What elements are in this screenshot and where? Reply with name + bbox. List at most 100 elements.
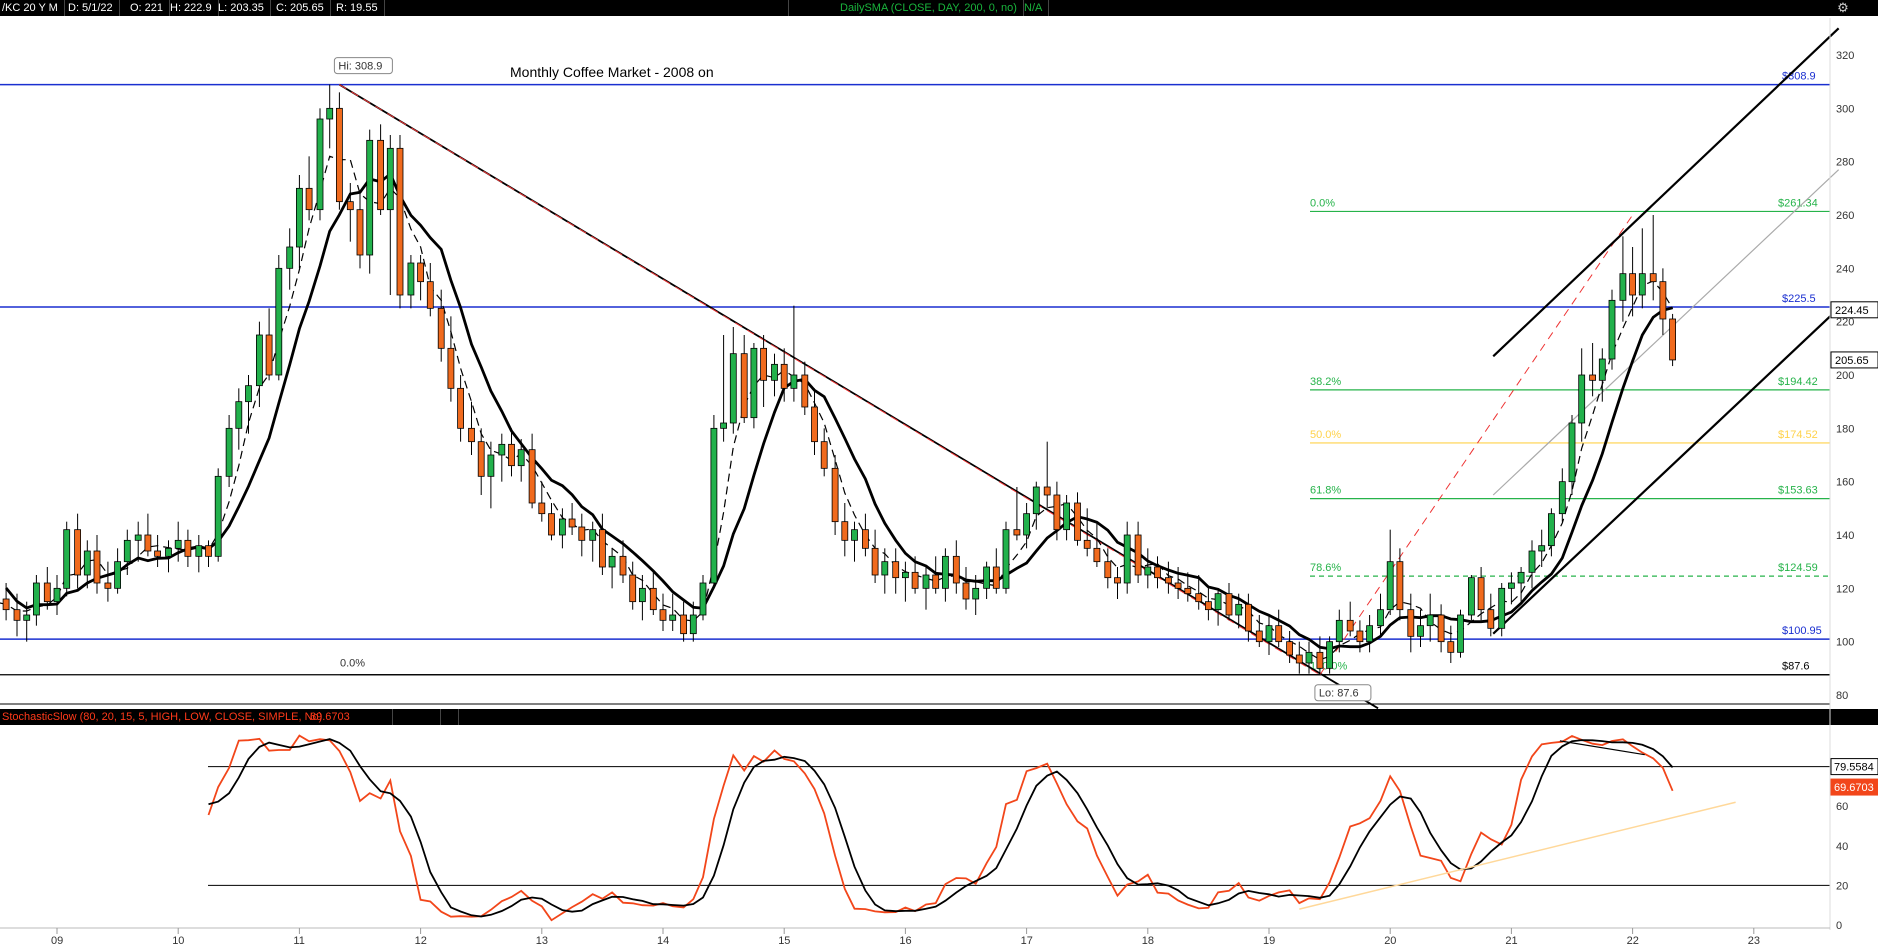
y-tick-label: 80 <box>1836 690 1848 702</box>
trend-lines <box>338 27 1840 710</box>
price-labels: Hi: 308.9 Lo: 87.6 205.65 224.45 <box>333 57 1878 702</box>
candle-body <box>589 529 597 541</box>
lower-channel-line <box>1492 307 1840 635</box>
candle-body <box>1305 651 1313 664</box>
candle-body <box>417 262 425 283</box>
candle-body <box>1487 609 1495 629</box>
candle-body <box>760 347 767 381</box>
horizontal-line-label: $225.5 <box>1782 293 1816 305</box>
candle-body <box>396 147 404 296</box>
candle-body <box>346 201 354 211</box>
candle-body <box>720 422 727 429</box>
candle-body <box>205 545 212 557</box>
candle-body <box>1377 609 1384 627</box>
lo-label: Lo: 87.6 <box>1319 688 1359 700</box>
candle-body <box>1134 534 1142 576</box>
candle-body <box>1568 422 1576 483</box>
candle-body <box>468 427 475 443</box>
candle-body <box>952 555 960 584</box>
candle-body <box>669 614 677 621</box>
candle-body <box>1659 281 1667 320</box>
candle-body <box>1235 603 1243 616</box>
candle-body <box>881 561 889 576</box>
candle-body <box>1335 619 1343 643</box>
x-tick-label: 18 <box>1142 935 1154 947</box>
candle-body <box>508 443 515 467</box>
hi-label: Hi: 308.9 <box>338 61 382 73</box>
candle-body <box>729 353 737 424</box>
candle-body <box>1214 593 1222 611</box>
osc-tick-label: 20 <box>1836 880 1848 892</box>
fib-price-label: $153.63 <box>1778 485 1818 497</box>
candle-body <box>114 561 121 589</box>
candle-body <box>1366 625 1373 643</box>
candle-body <box>214 475 222 557</box>
candle-body <box>740 353 748 419</box>
candle-body <box>1063 502 1070 531</box>
candle-body <box>1346 619 1354 632</box>
slow-ma-line <box>5 171 1673 651</box>
osc-trendline <box>1299 801 1736 910</box>
candle-body <box>1386 561 1394 611</box>
candle-body <box>1538 545 1546 552</box>
candle-body <box>165 547 172 557</box>
candle-body <box>1356 630 1364 643</box>
candle-body <box>1255 630 1263 643</box>
candle-body <box>316 118 324 211</box>
candle-body <box>1225 593 1233 616</box>
candle-body <box>902 571 909 579</box>
candle-body <box>1114 577 1121 584</box>
fib-extension-diagonal <box>1319 214 1634 676</box>
candle-body <box>922 574 930 589</box>
horizontal-line-label: $87.6 <box>1782 661 1810 673</box>
candle-body <box>123 539 131 563</box>
candle-body <box>831 467 839 523</box>
candle-body <box>377 139 385 211</box>
candle-body <box>699 582 707 616</box>
candle-body <box>366 139 374 256</box>
y-tick-label: 120 <box>1836 583 1854 595</box>
x-tick-label: 20 <box>1384 935 1396 947</box>
candle-body <box>871 547 879 576</box>
price-chart[interactable]: $308.9$225.5$100.95$87.60.0% $261.3438.2%… <box>0 0 1878 950</box>
candle-body <box>1104 561 1112 579</box>
candle-body <box>1447 641 1455 653</box>
candles <box>2 84 1676 675</box>
candle-body <box>862 529 869 549</box>
osc-current-label: 69.6703 <box>1834 782 1874 794</box>
candle-body <box>1426 614 1434 627</box>
x-tick-label: 22 <box>1627 935 1639 947</box>
candle-body <box>771 363 778 381</box>
candle-body <box>801 374 809 408</box>
candle-body <box>104 582 112 589</box>
osc-tick-label: 40 <box>1836 841 1848 853</box>
candle-body <box>932 574 940 589</box>
x-tick-label: 15 <box>778 935 790 947</box>
candle-body <box>517 449 525 467</box>
candle-body <box>1437 614 1445 643</box>
candle-body <box>983 566 991 589</box>
x-tick-label: 17 <box>1021 935 1033 947</box>
fib-price-label: $194.42 <box>1778 376 1818 388</box>
candle-body <box>245 385 252 403</box>
candle-body <box>962 582 970 600</box>
candle-body <box>1498 587 1506 629</box>
x-tick-label: 19 <box>1263 935 1275 947</box>
candle-body <box>578 526 586 541</box>
candle-body <box>1578 374 1586 424</box>
candle-body <box>1174 582 1182 589</box>
candle-body <box>1184 587 1192 595</box>
candle-body <box>659 609 667 621</box>
y-tick-label: 260 <box>1836 210 1854 222</box>
sma-price-label: 224.45 <box>1835 305 1869 317</box>
candle-body <box>13 609 21 621</box>
candle-body <box>1154 566 1161 579</box>
candle-body <box>356 209 364 256</box>
candle-body <box>74 529 82 576</box>
candle-body <box>275 267 283 376</box>
osc-tick-label: 0 <box>1836 920 1842 932</box>
candle-body <box>1477 577 1485 611</box>
candle-body <box>447 347 455 389</box>
y-tick-label: 180 <box>1836 423 1854 435</box>
candle-body <box>235 401 243 429</box>
